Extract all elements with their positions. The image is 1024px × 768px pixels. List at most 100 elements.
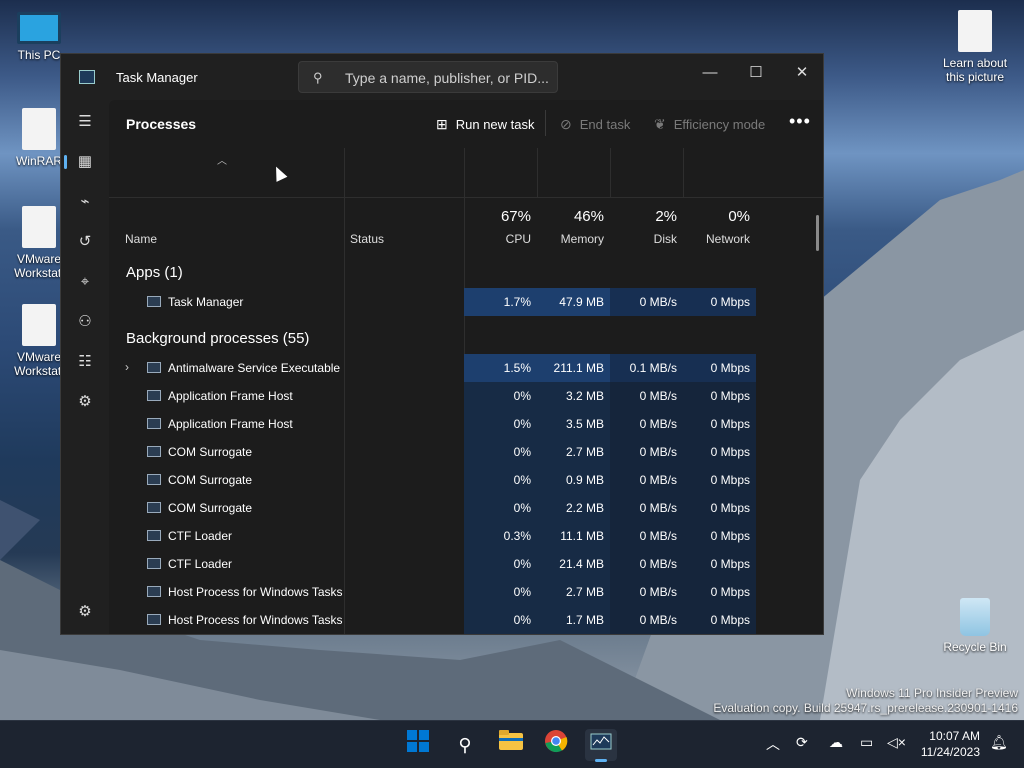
table-row[interactable]: Host Process for Windows Tasks0%2.6 MB0 … bbox=[109, 634, 824, 635]
startup-apps-icon[interactable]: ⌖ bbox=[73, 270, 97, 294]
update-icon[interactable]: ⟳ bbox=[796, 734, 808, 751]
minimize-button[interactable]: — bbox=[687, 58, 733, 88]
settings-icon[interactable]: ⚙ bbox=[73, 600, 97, 624]
watermark-line-1: Windows 11 Pro Insider Preview bbox=[846, 686, 1018, 700]
process-name: Application Frame Host bbox=[168, 417, 293, 431]
table-row[interactable]: Host Process for Windows Tasks 0% 2.7 MB 0 … bbox=[109, 578, 823, 606]
toolbar: Processes ⊞ Run new task ⊘ End task ❦ Effic… bbox=[109, 100, 823, 148]
process-name: Task Manager bbox=[168, 295, 244, 309]
close-button[interactable]: ✕ bbox=[779, 58, 823, 88]
column-disk-header[interactable]: Disk bbox=[610, 232, 677, 246]
running-indicator bbox=[595, 759, 607, 762]
hamburger-menu-icon[interactable]: ☰ bbox=[73, 110, 97, 134]
sidebar: ☰ ▦ ⌁ ↺ ⌖ ⚇ ☷ ⚙ ⚙ bbox=[61, 100, 109, 634]
background-group-header[interactable]: Background processes (55) bbox=[126, 330, 309, 347]
mem-cell: 2.6 MB bbox=[537, 634, 610, 635]
process-icon bbox=[147, 558, 161, 569]
show-hidden-icons-chevron-icon[interactable]: ︿ bbox=[766, 734, 780, 754]
table-row[interactable]: CTF Loader 0.3% 11.1 MB 0 MB/s 0 Mbps bbox=[109, 522, 823, 550]
efficiency-mode-button[interactable]: ❦ Efficiency mode bbox=[654, 116, 765, 133]
chrome-icon[interactable] bbox=[540, 729, 572, 761]
cpu-cell: 0% bbox=[464, 410, 537, 438]
network-total: 0% bbox=[728, 208, 750, 225]
disk-cell: 0 MB/s bbox=[610, 578, 683, 606]
apps-group-header[interactable]: Apps (1) bbox=[126, 264, 183, 281]
net-cell: 0 Mbps bbox=[683, 382, 756, 410]
file-icon bbox=[22, 304, 56, 346]
watermark-line-2: Evaluation copy. Build 25947.rs_prerelea… bbox=[713, 701, 1018, 715]
search-box[interactable]: ⚲ Type a name, publisher, or PID... bbox=[298, 61, 558, 93]
net-cell: 0 Mbps bbox=[683, 606, 756, 634]
start-button[interactable] bbox=[402, 729, 434, 761]
notification-bell-icon[interactable]: 🔔︎ bbox=[990, 734, 1008, 751]
process-icon bbox=[147, 418, 161, 429]
column-divider bbox=[537, 148, 538, 198]
net-cell: 0 Mbps bbox=[683, 494, 756, 522]
mem-cell: 11.1 MB bbox=[537, 522, 610, 550]
taskbar: ⚲ ︿ ⟳ ☁ ▭ ◁× 10:07 AM 11/24/2023 🔔︎ bbox=[0, 720, 1024, 768]
users-icon[interactable]: ⚇ bbox=[73, 310, 97, 334]
end-task-button[interactable]: ⊘ End task bbox=[560, 116, 630, 133]
network-icon[interactable]: ▭ bbox=[860, 734, 873, 751]
leaf-icon: ❦ bbox=[654, 116, 666, 132]
sort-chevron-icon: ︿ bbox=[217, 156, 227, 167]
table-row[interactable]: Application Frame Host 0% 3.2 MB 0 MB/s 0 Mb… bbox=[109, 382, 823, 410]
column-network-header[interactable]: Network bbox=[683, 232, 750, 246]
expand-chevron-icon[interactable]: › bbox=[125, 360, 129, 374]
title-bar[interactable]: Task Manager ⚲ Type a name, publisher, o… bbox=[61, 54, 823, 100]
search-taskbar-icon[interactable]: ⚲ bbox=[449, 729, 481, 761]
details-icon[interactable]: ☷ bbox=[73, 350, 97, 374]
onedrive-icon[interactable]: ☁ bbox=[829, 734, 843, 751]
desktop-icon-learn-about-picture[interactable]: Learn about this picture bbox=[938, 10, 1012, 84]
column-status-header[interactable]: Status bbox=[350, 232, 384, 246]
table-row[interactable]: Application Frame Host 0% 3.5 MB 0 MB/s 0 Mb… bbox=[109, 410, 823, 438]
search-icon: ⚲ bbox=[313, 70, 323, 85]
process-icon bbox=[147, 502, 161, 513]
more-options-button[interactable]: ••• bbox=[789, 111, 811, 132]
table-row[interactable]: Task Manager 1.7% 47.9 MB 0 MB/s 0 Mbps bbox=[109, 288, 823, 316]
table-row[interactable]: CTF Loader 0% 21.4 MB 0 MB/s 0 Mbps bbox=[109, 550, 823, 578]
table-row[interactable]: Host Process for Windows Tasks 0% 1.7 MB 0 … bbox=[109, 606, 823, 634]
mem-cell: 1.7 MB bbox=[537, 606, 610, 634]
disk-cell: 0 MB/s bbox=[610, 466, 683, 494]
mem-cell: 47.9 MB bbox=[537, 288, 610, 316]
maximize-button[interactable]: ☐ bbox=[733, 58, 779, 88]
desktop-icon-recycle-bin[interactable]: Recycle Bin bbox=[938, 598, 1012, 654]
table-row[interactable]: COM Surrogate 0% 2.7 MB 0 MB/s 0 Mbps bbox=[109, 438, 823, 466]
mem-cell: 21.4 MB bbox=[537, 550, 610, 578]
table-row[interactable]: COM Surrogate 0% 2.2 MB 0 MB/s 0 Mbps bbox=[109, 494, 823, 522]
net-cell: 0 Mbps bbox=[683, 578, 756, 606]
column-name-header[interactable]: Name bbox=[125, 232, 157, 246]
cpu-cell: 1.7% bbox=[464, 288, 537, 316]
file-explorer-icon[interactable] bbox=[495, 729, 527, 761]
end-task-icon: ⊘ bbox=[560, 116, 572, 132]
task-manager-app-icon bbox=[79, 70, 95, 84]
column-cpu-header[interactable]: CPU bbox=[464, 232, 531, 246]
services-icon[interactable]: ⚙ bbox=[73, 390, 97, 414]
table-row[interactable]: › Antimalware Service Executable 1.5% 211.1… bbox=[109, 354, 823, 382]
disk-cell: 0 MB/s bbox=[610, 634, 683, 635]
cpu-cell: 0% bbox=[464, 578, 537, 606]
disk-cell: 0 MB/s bbox=[610, 438, 683, 466]
cpu-cell: 0% bbox=[464, 550, 537, 578]
cpu-cell: 0% bbox=[464, 634, 537, 635]
mem-cell: 2.2 MB bbox=[537, 494, 610, 522]
task-manager-taskbar-icon[interactable] bbox=[585, 729, 617, 762]
process-name: COM Surrogate bbox=[168, 445, 253, 459]
time-label: 10:07 AM bbox=[929, 729, 980, 743]
table-row[interactable]: COM Surrogate 0% 0.9 MB 0 MB/s 0 Mbps bbox=[109, 466, 823, 494]
cpu-cell: 0% bbox=[464, 438, 537, 466]
run-new-task-button[interactable]: ⊞ Run new task bbox=[436, 116, 535, 133]
mem-cell: 2.7 MB bbox=[537, 438, 610, 466]
performance-icon[interactable]: ⌁ bbox=[73, 190, 97, 214]
volume-icon[interactable]: ◁× bbox=[887, 734, 906, 751]
processes-icon[interactable]: ▦ bbox=[64, 150, 97, 174]
cpu-cell: 0% bbox=[464, 466, 537, 494]
scrollbar-thumb[interactable] bbox=[816, 215, 819, 251]
process-icon bbox=[147, 390, 161, 401]
clock[interactable]: 10:07 AM 11/24/2023 bbox=[921, 728, 980, 760]
file-icon bbox=[958, 10, 992, 52]
column-memory-header[interactable]: Memory bbox=[537, 232, 604, 246]
mem-cell: 3.5 MB bbox=[537, 410, 610, 438]
app-history-icon[interactable]: ↺ bbox=[73, 230, 97, 254]
